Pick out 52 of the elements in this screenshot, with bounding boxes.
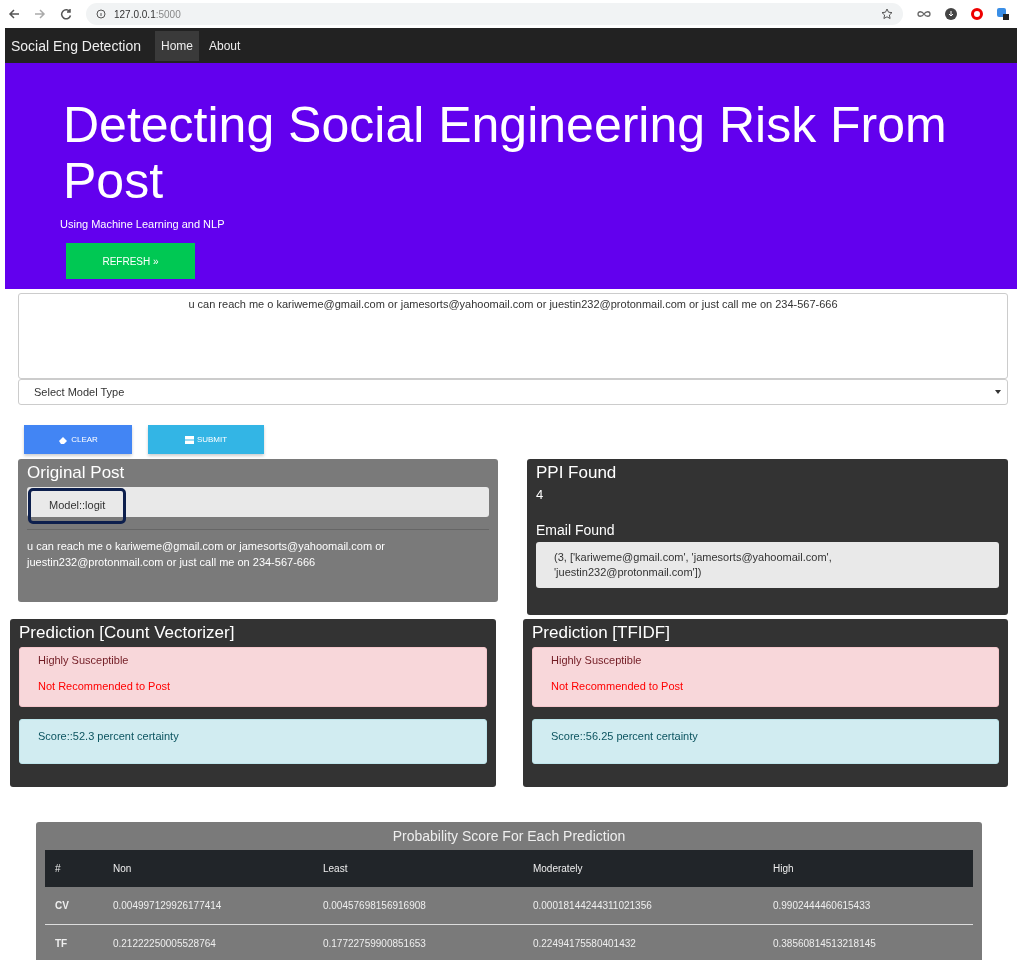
extension-icon[interactable] <box>997 8 1009 20</box>
dropdown-caret-icon <box>995 390 1001 394</box>
table-cell: 0.21222250005528764 <box>102 924 313 960</box>
table-cell: 0.17722759900851653 <box>312 924 523 960</box>
table-cell: 0.00457698156916908 <box>312 887 523 925</box>
column-header: High <box>762 850 973 887</box>
model-label: Model::logit <box>28 488 127 524</box>
column-header: Non <box>102 850 313 887</box>
score-text: Score::56.25 percent certainty <box>551 730 698 742</box>
infinity-icon[interactable] <box>917 10 931 18</box>
card-title: Prediction [Count Vectorizer] <box>19 623 236 643</box>
post-text-area[interactable]: u can reach me o kariweme@gmail.com or jamesorts@yahoomail.com or juestin232@protonmail.com or just call me on 234-567-666 <box>18 293 1008 379</box>
star-icon[interactable] <box>881 8 893 20</box>
card-title: Prediction [TFIDF] <box>532 623 671 643</box>
column-header: # <box>45 850 103 887</box>
post-text: u can reach me o kariweme@gmail.com or jamesorts@yahoomail.com or juestin232@protonmail.com or just call me on 234-567-666 <box>27 539 386 570</box>
card-title: PPI Found <box>536 463 618 483</box>
model-select[interactable]: Select Model Type <box>18 379 1008 405</box>
column-header: Moderately <box>522 850 763 887</box>
column-header: Least <box>312 850 523 887</box>
hero-title: Detecting Social Engineering Risk From Post <box>63 97 948 209</box>
download-icon[interactable] <box>945 8 957 20</box>
table-caption: Probability Score For Each Prediction <box>391 827 627 846</box>
hero-subtitle: Using Machine Learning and NLP <box>60 218 225 230</box>
server-icon <box>184 435 194 444</box>
card-title: Original Post <box>27 463 126 483</box>
address-bar[interactable]: 127.0.0.1:5000 <box>86 3 903 25</box>
table-cell: 0.9902444460615433 <box>762 887 973 925</box>
email-title: Email Found <box>536 522 616 538</box>
back-icon[interactable] <box>8 8 20 20</box>
brand-link[interactable]: Social Eng Detection <box>11 37 141 54</box>
table-cell: 0.004997129926177414 <box>102 887 313 925</box>
table-cell: 0.00018144244311021356 <box>522 887 763 925</box>
url-text: 127.0.0.1:5000 <box>114 8 181 20</box>
table-cell: 0.22494175580401432 <box>522 924 763 960</box>
ring-icon[interactable] <box>971 8 983 20</box>
verdict-text: Highly Susceptible <box>551 654 643 666</box>
table-cell: TF <box>45 924 103 960</box>
reload-icon[interactable] <box>60 8 72 20</box>
advice-text: Not Recommended to Post <box>38 680 172 692</box>
nav-link[interactable]: About <box>203 30 247 61</box>
table-cell: 0.38560814513218145 <box>762 924 973 960</box>
email-list: (3, ['kariweme@gmail.com', 'jamesorts@yahoomail.com', 'juestin232@protonmail.com']) <box>536 542 999 588</box>
clear-button[interactable]: CLEAR <box>24 425 132 454</box>
score-text: Score::52.3 percent certainty <box>38 730 179 742</box>
info-icon[interactable] <box>96 9 106 19</box>
nav-link[interactable]: Home <box>154 30 199 61</box>
advice-text: Not Recommended to Post <box>551 680 685 692</box>
verdict-text: Highly Susceptible <box>38 654 130 666</box>
table-cell: CV <box>45 887 103 925</box>
ppi-count: 4 <box>536 487 545 502</box>
eraser-icon <box>58 435 69 444</box>
